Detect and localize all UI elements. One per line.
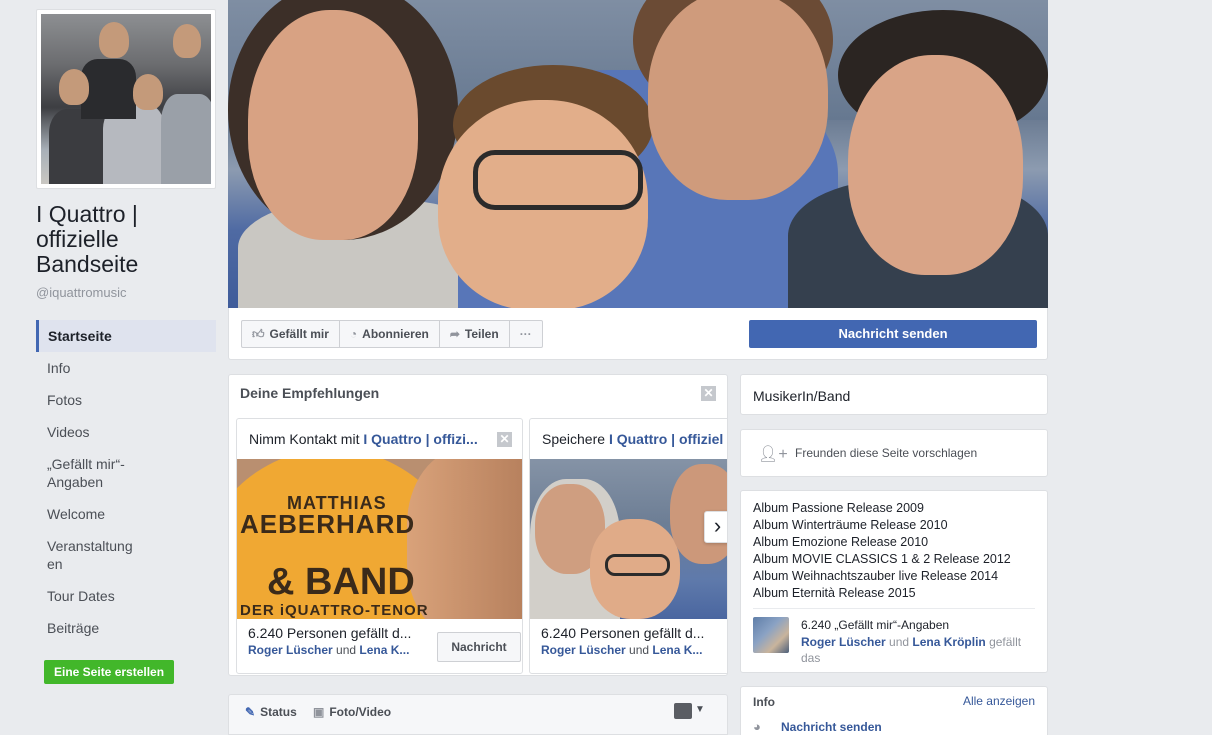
follow-button[interactable]: ◔ Abonnieren [340,321,440,347]
friends-conjunction: und [625,643,653,657]
messenger-icon: ◕ [753,719,761,734]
recommendations-title: Deine Empfehlungen [240,385,380,401]
camera-icon: ▣ [313,705,325,719]
send-message-button[interactable]: Nachricht senden [749,320,1037,348]
list-item: Album Passione Release 2009 [753,501,924,515]
friend-link[interactable]: Roger Lüscher [248,643,333,657]
card-like-count: 6.240 Personen gefällt d... [541,625,705,641]
card-friends: Roger Lüscher und Lena K... [248,643,418,657]
share-arrow-icon: ➦ [449,327,460,341]
nav-item-info[interactable]: Info [36,352,216,384]
album-list: Album Passione Release 2009 Album Winter… [753,500,1011,602]
like-button[interactable]: 👍︎ Gefällt mir [242,321,340,347]
follow-label: Abonnieren [362,327,429,341]
page-handle[interactable]: @iquattromusic [36,285,127,300]
nav-item-tour-dates[interactable]: Tour Dates [36,580,216,612]
nav-item-welcome[interactable]: Welcome [36,498,216,530]
add-friend-icon: 👤︎+ [758,446,788,463]
tab-status-label: Status [260,705,297,719]
nav-item-videos[interactable]: Videos [36,416,216,448]
poster-line-3: & BAND [267,561,415,603]
like-label: Gefällt mir [269,327,329,341]
friend-link[interactable]: Roger Lüscher [541,643,626,657]
page-action-bar: 👍︎ Gefällt mir ◔ Abonnieren ➦ Teilen ···… [228,308,1048,360]
rss-icon: ◔ [349,327,358,341]
recommendations-panel: Deine Empfehlungen ✕ Nimm Kontakt mit I … [228,374,728,676]
friend-link[interactable]: Lena K... [359,643,409,657]
chevron-right-icon[interactable]: › [704,511,727,543]
card-heading: Speichere I Quattro | offiziel [530,419,727,459]
left-navigation: Startseite Info Fotos Videos „Gefällt mi… [36,320,216,644]
card-heading-prefix: Speichere [542,431,609,447]
suggest-to-friends-label: Freunden diese Seite vorschlagen [795,446,978,460]
card-image[interactable]: MATTHIAS AEBERHARD & BAND DER iQUATTRO-T… [237,459,522,619]
suggest-box[interactable]: 👤︎+ Freunden diese Seite vorschlagen [740,429,1048,477]
poster-artwork: MATTHIAS AEBERHARD & BAND DER iQUATTRO-T… [237,459,522,619]
tab-photo-label: Foto/Video [329,705,392,719]
likes-friends: Roger Lüscher und Lena Kröplin gefällt d… [801,634,1041,666]
chevron-down-icon[interactable]: ▼ [695,704,705,715]
friend-link[interactable]: Roger Lüscher [801,635,886,649]
list-item: Album Winterträume Release 2010 [753,518,948,532]
card-heading: Nimm Kontakt mit I Quattro | offizi... [237,419,522,459]
action-button-group: 👍︎ Gefällt mir ◔ Abonnieren ➦ Teilen ··· [241,320,543,348]
thumbs-up-icon: 👍︎ [252,326,265,341]
show-all-link[interactable]: Alle anzeigen [963,694,1035,708]
recommendation-card: Nimm Kontakt mit I Quattro | offizi... ✕… [236,418,523,674]
likes-count: 6.240 „Gefällt mir“-Angaben [801,618,950,632]
share-label: Teilen [464,327,499,341]
card-footer: 6.240 Personen gefällt d... Roger Lüsche… [248,625,521,662]
friends-conjunction: und [885,635,913,649]
card-footer: 6.240 Personen gefällt d... Roger Lüsche… [541,625,727,657]
list-item: Album Eternità Release 2015 [753,586,916,600]
page-title: I Quattro | offizielle Bandseite [36,201,139,277]
send-message-link[interactable]: Nachricht senden [781,720,882,734]
nav-item-posts[interactable]: Beiträge [36,612,216,644]
page-category[interactable]: MusikerIn/Band [753,388,850,404]
friends-conjunction: und [332,643,360,657]
list-item: Album MOVIE CLASSICS 1 & 2 Release 2012 [753,552,1011,566]
friend-link[interactable]: Lena Kröplin [912,635,985,649]
nav-item-fotos[interactable]: Fotos [36,384,216,416]
nav-item-startseite[interactable]: Startseite [36,320,216,352]
about-box: Album Passione Release 2009 Album Winter… [740,490,1048,673]
close-icon[interactable]: ✕ [701,386,716,401]
likes-thumbnail[interactable] [753,617,789,653]
card-like-count: 6.240 Personen gefällt d... [248,625,412,641]
tab-status[interactable]: ✎ Status [245,705,297,719]
poster-line-2: AEBERHARD [240,509,416,539]
category-box: MusikerIn/Band [740,374,1048,415]
tab-photo-video[interactable]: ▣ Foto/Video [313,705,391,719]
avatar[interactable] [674,703,692,719]
more-dots-icon: ··· [519,327,532,341]
info-title: Info [753,695,775,709]
nav-item-events[interactable]: Veranstaltungen [36,530,146,580]
card-image[interactable] [530,459,727,619]
cover-photo[interactable] [228,0,1048,308]
divider [753,608,1035,609]
more-options-button[interactable]: ··· [510,321,542,347]
post-composer: ✎ Status ▣ Foto/Video ▼ [228,694,728,735]
info-box: Info Alle anzeigen ◕ Nachricht senden [740,686,1048,735]
card-friends: Roger Lüscher und Lena K... [541,643,711,657]
message-button[interactable]: Nachricht [437,632,521,662]
pencil-icon: ✎ [245,705,256,719]
band-photo [41,14,211,184]
card-page-link[interactable]: I Quattro | offizi... [363,431,477,447]
card-heading-prefix: Nimm Kontakt mit [249,431,364,447]
share-button[interactable]: ➦ Teilen [440,321,510,347]
poster-line-4: DER iQUATTRO-TENOR [240,602,429,619]
recommendation-card: Speichere I Quattro | offiziel 6.240 Per… [529,418,727,674]
nav-item-likes[interactable]: „Gefällt mir“-Angaben [36,448,146,498]
list-item: Album Emozione Release 2010 [753,535,929,549]
create-page-button[interactable]: Eine Seite erstellen [44,660,175,684]
profile-picture[interactable] [36,9,216,189]
friend-link[interactable]: Lena K... [652,643,702,657]
list-item: Album Weihnachtszauber live Release 2014 [753,569,999,583]
card-page-link[interactable]: I Quattro | offiziel [609,431,723,447]
close-icon[interactable]: ✕ [497,432,512,447]
